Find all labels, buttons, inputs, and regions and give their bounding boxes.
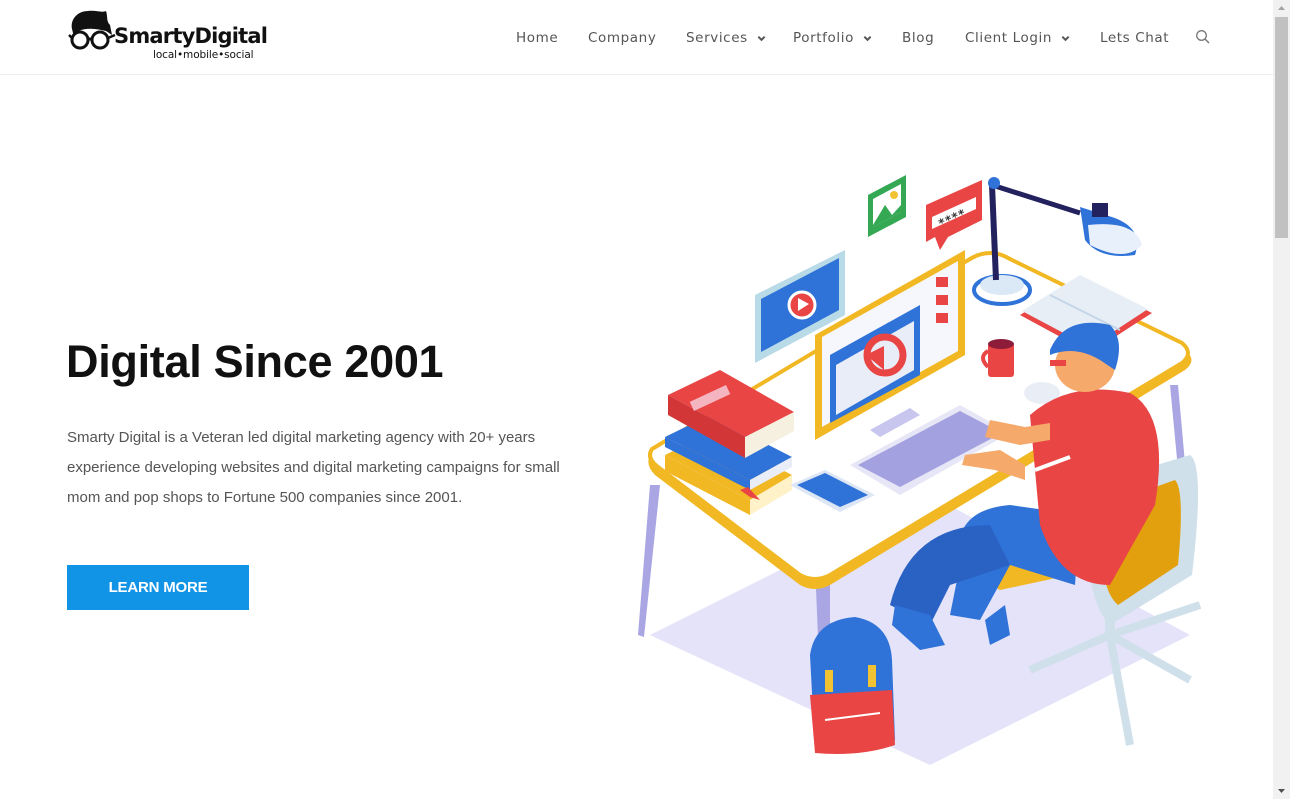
nav-item-label: Home <box>516 30 559 46</box>
nav-item-label: Company <box>588 30 657 46</box>
nav-item-label: Lets Chat <box>1100 30 1170 46</box>
nav-item-label: Blog <box>902 30 935 46</box>
vertical-scrollbar[interactable] <box>1273 0 1290 799</box>
site-logo[interactable]: SmartyDigital local•mobile•social <box>68 9 268 65</box>
nav-item-label: Services <box>686 30 748 46</box>
nav-item-home[interactable]: Home <box>516 27 558 49</box>
learn-more-button[interactable]: LEARN MORE <box>67 565 249 610</box>
nav-item-client-login[interactable]: Client Login <box>965 27 1070 49</box>
hero-illustration: **** <box>638 175 1202 765</box>
scroll-up-arrow-icon[interactable] <box>1273 0 1290 17</box>
chevron-down-icon <box>757 35 766 41</box>
scrollbar-thumb[interactable] <box>1275 17 1288 238</box>
nav-item-company[interactable]: Company <box>588 27 656 49</box>
chevron-down-icon <box>863 35 872 41</box>
backpack <box>810 617 895 754</box>
nav-item-portfolio[interactable]: Portfolio <box>793 27 872 49</box>
site-header: SmartyDigital local•mobile•social Home C… <box>0 0 1273 75</box>
nav-item-label: Client Login <box>965 30 1052 46</box>
nav-item-blog[interactable]: Blog <box>902 27 934 49</box>
scroll-down-arrow-icon[interactable] <box>1273 782 1290 799</box>
page: SmartyDigital local•mobile•social Home C… <box>0 0 1273 799</box>
nav-item-services[interactable]: Services <box>686 27 766 49</box>
hero-description: Smarty Digital is a Veteran led digital … <box>67 429 560 506</box>
hero-title: Digital Since 2001 <box>66 336 444 387</box>
nav-item-lets-chat[interactable]: Lets Chat <box>1100 27 1169 49</box>
logo-tagline: local•mobile•social <box>153 49 254 61</box>
logo-face-with-glasses-icon <box>68 10 116 50</box>
image-floating-icon <box>868 175 906 237</box>
nav-item-label: Portfolio <box>793 30 854 46</box>
logo-wordmark: SmartyDigital <box>114 24 268 48</box>
password-bubble: **** <box>926 180 982 250</box>
search-icon[interactable] <box>1195 29 1211 45</box>
chevron-down-icon <box>1061 35 1070 41</box>
